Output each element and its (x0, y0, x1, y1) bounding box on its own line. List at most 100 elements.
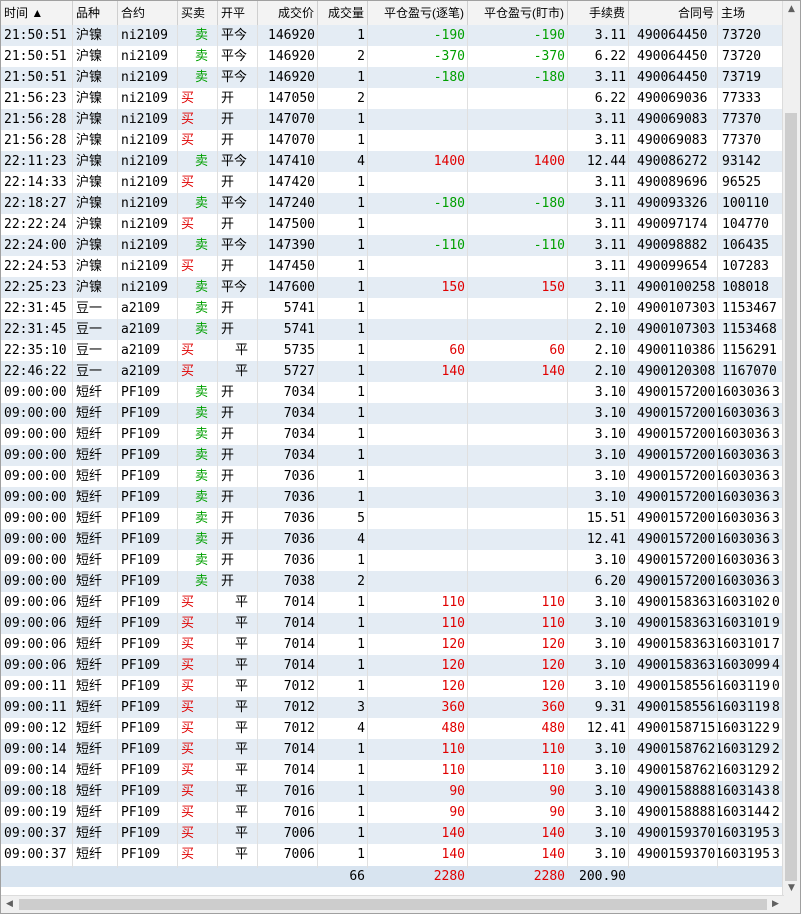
table-row[interactable]: 09:00:00 短纤 PF109 卖开 7036 4 12.41 4900157200160… (1, 529, 784, 550)
table-row[interactable]: 09:00:11 短纤 PF109 买 平 7012 3 360 360 9.31 49001585… (1, 697, 784, 718)
table-row[interactable]: 09:00:06 短纤 PF109 买 平 7014 1 110 110 3.10 49001583… (1, 613, 784, 634)
table-row[interactable]: 22:18:27 沪镍 ni2109 卖平今 147240 1 -180 -180 3.11 49… (1, 193, 784, 214)
col-pnl-trade (368, 319, 468, 340)
col-product: 短纤 (76, 637, 103, 652)
header-col-offset[interactable]: 开平 (218, 1, 258, 25)
col-side: 卖 (195, 406, 209, 421)
table-row[interactable]: 09:00:00 短纤 PF109 卖开 7036 5 15.51 4900157200160… (1, 508, 784, 529)
col-price: 7034 (283, 427, 315, 442)
col-pnl-trade: 480 (441, 721, 465, 736)
col-time: 09:00:00 (4, 574, 67, 589)
scroll-down-icon[interactable]: ▼ (783, 880, 800, 897)
col-pnl-mtm: 90 (549, 784, 565, 799)
table-row[interactable]: 09:00:14 短纤 PF109 买 平 7014 1 110 110 3.10 49001587… (1, 739, 784, 760)
table-row[interactable]: 21:56:23 沪镍 ni2109 买开 147050 2 6.22 490069036 77… (1, 88, 784, 109)
col-pnl-mtm: -180 (533, 196, 565, 211)
header-col-volume[interactable]: 成交量 (318, 1, 368, 25)
col-pnl-mtm: 150 (541, 280, 565, 295)
table-row[interactable]: 09:00:18 短纤 PF109 买 平 7016 1 90 90 3.10 4900158888… (1, 781, 784, 802)
table-row[interactable]: 09:00:19 短纤 PF109 买 平 7016 1 90 90 3.10 4900158888… (1, 802, 784, 823)
table-row[interactable]: 21:50:51 沪镍 ni2109 卖平今 146920 1 -190 -190 3.11 49… (1, 25, 784, 46)
col-offset: 平 (235, 721, 249, 736)
table-row[interactable]: 09:00:37 短纤 PF109 买 平 7006 1 140 140 3.10 49001593… (1, 844, 784, 865)
col-product: 豆一 (76, 343, 103, 358)
header-col-order-id[interactable]: 合同号 (629, 1, 718, 25)
table-row[interactable]: 09:00:00 短纤 PF109 卖开 7036 1 3.10 49001572001603… (1, 466, 784, 487)
col-price: 7034 (283, 406, 315, 421)
col-side: 卖 (195, 574, 209, 589)
table-row[interactable]: 22:31:45 豆一 a2109 卖开 5741 1 2.10 4900107303 1153… (1, 298, 784, 319)
table-row[interactable]: 22:46:22 豆一 a2109 买平 5727 1 140 140 2.10 49001203… (1, 361, 784, 382)
col-fee: 3.11 (594, 70, 626, 85)
scroll-left-icon[interactable]: ◀ (1, 896, 18, 913)
horizontal-scroll-thumb[interactable] (19, 899, 767, 910)
table-row[interactable]: 09:00:00 短纤 PF109 卖开 7036 1 3.10 49001572001603… (1, 550, 784, 571)
col-offset: 平 (235, 847, 249, 862)
header-col-pnl-mtm[interactable]: 平仓盈亏(盯市) (468, 1, 568, 25)
header-col-contract[interactable]: 合约 (118, 1, 178, 25)
col-time: 09:00:37 (4, 826, 67, 841)
col-offset: 开 (221, 301, 235, 316)
table-row[interactable]: 22:35:10 豆一 a2109 买平 5735 1 60 60 2.10 4900110386… (1, 340, 784, 361)
scroll-right-icon[interactable]: ▶ (767, 896, 784, 913)
trade-records-window: 时间 ▲ 品种 合约 买卖 开平 成交价 成交量 平仓盈亏(逐笔) 平仓盈亏(盯市) 手续费 合同号… (0, 0, 801, 914)
col-pnl-mtm (468, 298, 568, 319)
col-pnl-trade: 1400 (433, 154, 465, 169)
table-row[interactable]: 22:25:23 沪镍 ni2109 卖平今 147600 1 150 150 3.11 4900… (1, 277, 784, 298)
col-product: 沪镍 (76, 70, 103, 85)
table-row[interactable]: 21:50:51 沪镍 ni2109 卖平今 146920 1 -180 -180 3.11 49… (1, 67, 784, 88)
header-col-side[interactable]: 买卖 (178, 1, 218, 25)
vertical-scroll-thumb[interactable] (785, 113, 797, 881)
table-row[interactable]: 09:00:06 短纤 PF109 买 平 7014 1 120 120 3.10 49001583… (1, 655, 784, 676)
header-col-price[interactable]: 成交价 (258, 1, 318, 25)
table-row[interactable]: 09:00:06 短纤 PF109 买 平 7014 1 110 110 3.10 49001583… (1, 592, 784, 613)
col-pnl-trade (368, 256, 468, 277)
table-row[interactable]: 09:00:00 短纤 PF109 卖开 7034 1 3.10 49001572001603… (1, 445, 784, 466)
table-row[interactable]: 09:00:00 短纤 PF109 卖开 7036 1 3.10 49001572001603… (1, 487, 784, 508)
table-row[interactable]: 09:00:12 短纤 PF109 买 平 7012 4 480 480 12.41 4900158… (1, 718, 784, 739)
table-row[interactable]: 21:56:28 沪镍 ni2109 买开 147070 1 3.11 490069083 77… (1, 130, 784, 151)
col-contract: a2109 (121, 343, 161, 358)
col-offset: 平 (235, 595, 249, 610)
col-offset: 平今 (221, 154, 248, 169)
col-order-id: 49001587621603129 (637, 763, 771, 778)
table-row[interactable]: 21:50:51 沪镍 ni2109 卖平今 146920 2 -370 -370 6.22 49… (1, 46, 784, 67)
col-pnl-trade: 60 (449, 343, 465, 358)
col-product: 短纤 (76, 553, 103, 568)
table-row[interactable]: 22:22:24 沪镍 ni2109 买开 147500 1 3.11 490097174 10… (1, 214, 784, 235)
header-col-product[interactable]: 品种 (73, 1, 118, 25)
header-col-pnl-trade[interactable]: 平仓盈亏(逐笔) (368, 1, 468, 25)
col-time: 09:00:00 (4, 448, 67, 463)
table-row[interactable]: 21:56:28 沪镍 ni2109 买开 147070 1 3.11 490069083 77… (1, 109, 784, 130)
col-order-id: 49001572001603036 (637, 490, 771, 505)
table-row[interactable]: 09:00:00 短纤 PF109 卖开 7034 1 3.10 49001572001603… (1, 424, 784, 445)
table-row[interactable]: 22:24:53 沪镍 ni2109 买开 147450 1 3.11 490099654 10… (1, 256, 784, 277)
col-product: 短纤 (76, 427, 103, 442)
table-row[interactable]: 22:14:33 沪镍 ni2109 买开 147420 1 3.11 490089696 96… (1, 172, 784, 193)
header-col-fee[interactable]: 手续费 (568, 1, 629, 25)
table-row[interactable]: 22:11:23 沪镍 ni2109 卖平今 147410 4 1400 1400 12.44 4… (1, 151, 784, 172)
header-col-time[interactable]: 时间 ▲ (1, 1, 73, 25)
table-row[interactable]: 09:00:00 短纤 PF109 卖开 7034 1 3.10 49001572001603… (1, 382, 784, 403)
col-time: 09:00:14 (4, 763, 67, 778)
col-exchange-id: 1153467 (722, 301, 777, 316)
scroll-up-icon[interactable]: ▲ (783, 1, 800, 18)
table-row[interactable]: 09:00:14 短纤 PF109 买 平 7014 1 110 110 3.10 49001587… (1, 760, 784, 781)
table-row[interactable]: 09:00:37 短纤 PF109 买 平 7006 1 140 140 3.10 49001593… (1, 823, 784, 844)
table-row[interactable]: 22:24:00 沪镍 ni2109 卖平今 147390 1 -110 -110 3.11 49… (1, 235, 784, 256)
table-row[interactable]: 09:00:06 短纤 PF109 买 平 7014 1 120 120 3.10 49001583… (1, 634, 784, 655)
col-side: 买 (181, 112, 195, 127)
table-row[interactable]: 22:31:45 豆一 a2109 卖开 5741 1 2.10 4900107303 1153… (1, 319, 784, 340)
header-col-exchange-id[interactable]: 主场 (718, 1, 784, 25)
col-time: 09:00:06 (4, 658, 67, 673)
total-col-pnl-mtm: 2280 (533, 869, 565, 884)
table-row[interactable]: 09:00:11 短纤 PF109 买 平 7012 1 120 120 3.10 49001585… (1, 676, 784, 697)
table-row[interactable]: 09:00:00 短纤 PF109 卖开 7034 1 3.10 49001572001603… (1, 403, 784, 424)
col-exchange-id: 104770 (722, 217, 769, 232)
vertical-scrollbar[interactable]: ▲ ▼ (782, 1, 800, 897)
table-row[interactable]: 09:00:00 短纤 PF109 卖开 7038 2 6.20 49001572001603… (1, 571, 784, 592)
col-volume: 1 (357, 70, 365, 85)
col-side: 买 (181, 658, 195, 673)
horizontal-scrollbar[interactable]: ◀ ▶ (1, 895, 784, 913)
col-volume: 1 (357, 637, 365, 652)
